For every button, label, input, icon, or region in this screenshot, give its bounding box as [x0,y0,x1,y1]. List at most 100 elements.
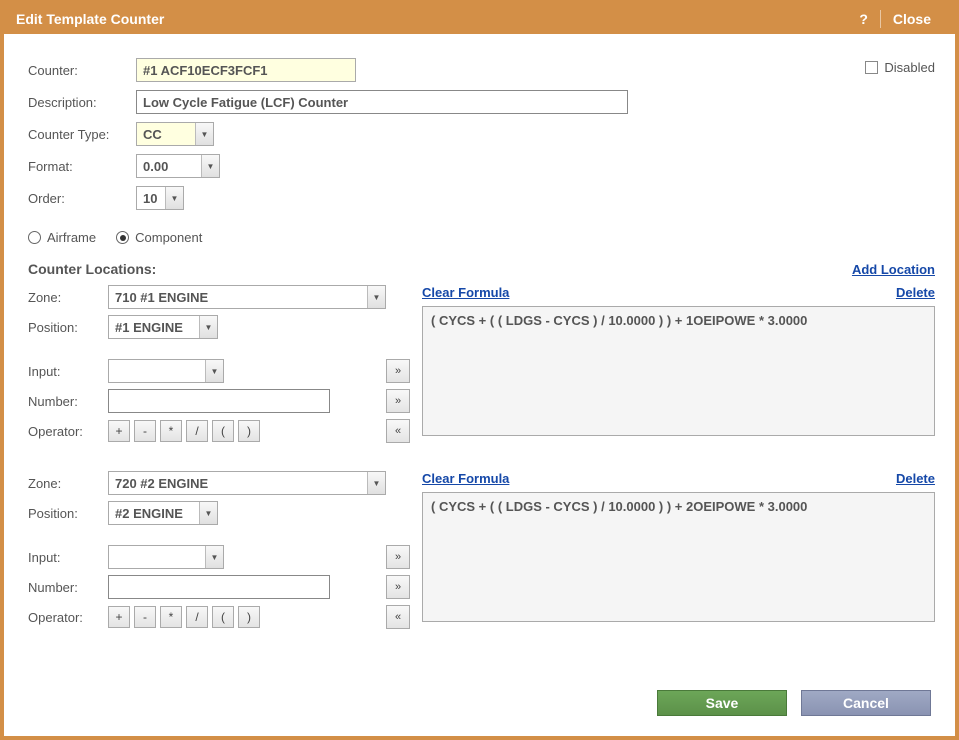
clear-formula-link[interactable]: Clear Formula [422,471,509,486]
order-select[interactable]: 10 ▼ [136,186,184,210]
chevron-down-icon: ▼ [201,155,219,177]
delete-location-link[interactable]: Delete [896,471,935,486]
op-minus-button[interactable]: - [134,420,156,442]
disabled-label: Disabled [884,60,935,75]
location-right: Clear Formula Delete [422,471,935,635]
locations-title: Counter Locations: [28,261,156,277]
location-left: Zone: 710 #1 ENGINE ▼ Position: #1 ENGIN… [28,285,410,449]
footer-buttons: Save Cancel [657,690,931,716]
position-label: Position: [28,506,108,521]
radio-icon [116,231,129,244]
chevron-down-icon: ▼ [367,472,385,494]
position-select[interactable]: #1 ENGINE ▼ [108,315,218,339]
op-lparen-button[interactable]: ( [212,420,234,442]
insert-input-button[interactable]: » [386,359,410,383]
number-input[interactable] [108,389,330,413]
input-value [109,360,205,382]
formula-textarea[interactable] [422,492,935,622]
delete-location-link[interactable]: Delete [896,285,935,300]
number-input[interactable] [108,575,330,599]
save-button[interactable]: Save [657,690,787,716]
op-divide-button[interactable]: / [186,606,208,628]
input-select[interactable]: ▼ [108,545,224,569]
airframe-label: Airframe [47,230,96,245]
disabled-checkbox-wrap[interactable]: Disabled [865,60,935,75]
op-rparen-button[interactable]: ) [238,420,260,442]
input-value [109,546,205,568]
order-label: Order: [28,191,136,206]
chevron-down-icon: ▼ [165,187,183,209]
insert-number-button[interactable]: » [386,389,410,413]
location-right: Clear Formula Delete [422,285,935,449]
formula-textarea[interactable] [422,306,935,436]
operator-buttons: + - * / ( ) [108,606,260,628]
zone-select[interactable]: 720 #2 ENGINE ▼ [108,471,386,495]
operator-label: Operator: [28,424,108,439]
zone-select[interactable]: 710 #1 ENGINE ▼ [108,285,386,309]
position-label: Position: [28,320,108,335]
operator-buttons: + - * / ( ) [108,420,260,442]
number-label: Number: [28,580,108,595]
zone-value: 710 #1 ENGINE [109,286,367,308]
counter-type-value: CC [137,123,195,145]
counter-value: #1 ACF10ECF3FCF1 [136,58,356,82]
op-plus-button[interactable]: + [108,420,130,442]
counter-type-select[interactable]: CC ▼ [136,122,214,146]
insert-input-button[interactable]: » [386,545,410,569]
position-select[interactable]: #2 ENGINE ▼ [108,501,218,525]
chevron-down-icon: ▼ [205,546,223,568]
location-left: Zone: 720 #2 ENGINE ▼ Position: #2 ENGIN… [28,471,410,635]
component-label: Component [135,230,202,245]
format-select[interactable]: 0.00 ▼ [136,154,220,178]
op-multiply-button[interactable]: * [160,420,182,442]
dialog-title: Edit Template Counter [16,11,164,27]
input-label: Input: [28,364,108,379]
radio-icon [28,231,41,244]
op-divide-button[interactable]: / [186,420,208,442]
airframe-radio[interactable]: Airframe [28,230,96,245]
titlebar-actions: ? Close [847,10,943,28]
counter-label: Counter: [28,63,136,78]
description-label: Description: [28,95,136,110]
chevron-down-icon: ▼ [195,123,213,145]
dialog-content: Counter: #1 ACF10ECF3FCF1 Description: C… [4,34,955,635]
disabled-checkbox[interactable] [865,61,878,74]
edit-template-counter-dialog: Edit Template Counter ? Close Counter: #… [0,0,959,740]
order-value: 10 [137,187,165,209]
zone-value: 720 #2 ENGINE [109,472,367,494]
location-block: Zone: 710 #1 ENGINE ▼ Position: #1 ENGIN… [28,285,935,449]
input-label: Input: [28,550,108,565]
chevron-down-icon: ▼ [205,360,223,382]
cancel-button[interactable]: Cancel [801,690,931,716]
add-location-link[interactable]: Add Location [852,262,935,277]
zone-label: Zone: [28,290,108,305]
zone-label: Zone: [28,476,108,491]
location-block: Zone: 720 #2 ENGINE ▼ Position: #2 ENGIN… [28,471,935,635]
number-label: Number: [28,394,108,409]
chevron-down-icon: ▼ [199,502,217,524]
format-label: Format: [28,159,136,174]
format-value: 0.00 [137,155,201,177]
chevron-down-icon: ▼ [199,316,217,338]
op-multiply-button[interactable]: * [160,606,182,628]
input-select[interactable]: ▼ [108,359,224,383]
remove-token-button[interactable]: « [386,419,410,443]
chevron-down-icon: ▼ [367,286,385,308]
op-rparen-button[interactable]: ) [238,606,260,628]
close-button[interactable]: Close [881,11,943,27]
help-button[interactable]: ? [847,11,880,27]
op-lparen-button[interactable]: ( [212,606,234,628]
op-plus-button[interactable]: + [108,606,130,628]
position-value: #1 ENGINE [109,316,199,338]
clear-formula-link[interactable]: Clear Formula [422,285,509,300]
insert-number-button[interactable]: » [386,575,410,599]
description-input[interactable] [136,90,628,114]
titlebar: Edit Template Counter ? Close [4,4,955,34]
locations-header: Counter Locations: Add Location [28,261,935,277]
scope-radio-group: Airframe Component [28,230,935,245]
component-radio[interactable]: Component [116,230,202,245]
remove-token-button[interactable]: « [386,605,410,629]
op-minus-button[interactable]: - [134,606,156,628]
operator-label: Operator: [28,610,108,625]
counter-type-label: Counter Type: [28,127,136,142]
